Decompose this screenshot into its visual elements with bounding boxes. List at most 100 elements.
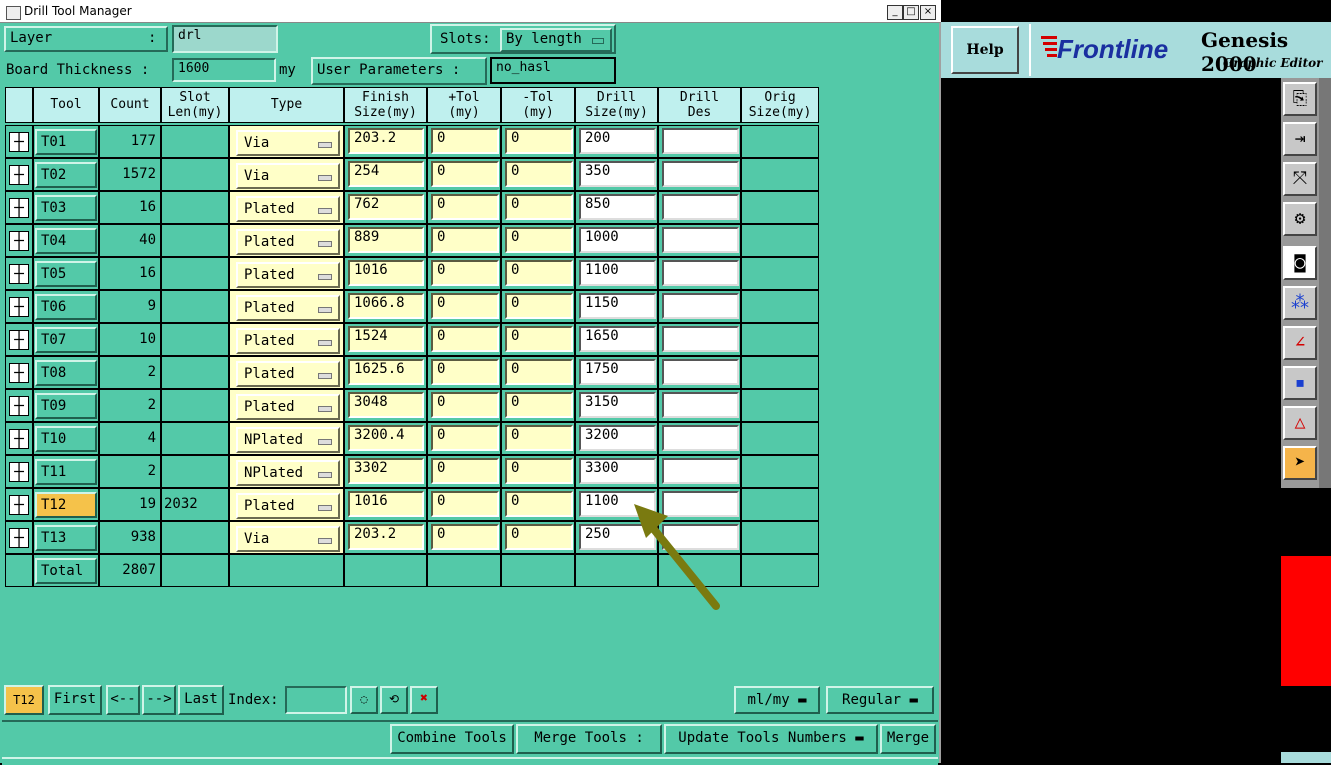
settings-icon[interactable]: ⚙: [1283, 202, 1317, 236]
minus-tol-field[interactable]: 0: [505, 293, 573, 319]
type-dropdown[interactable]: NPlated: [236, 460, 340, 486]
drill-des-field[interactable]: [662, 161, 739, 187]
minus-tol-field[interactable]: 0: [505, 524, 573, 550]
type-dropdown[interactable]: Plated: [236, 493, 340, 519]
finish-size-field[interactable]: 762: [348, 194, 424, 220]
bulb-icon[interactable]: ◌: [350, 686, 378, 714]
drill-des-field[interactable]: [662, 359, 739, 385]
drill-size-field[interactable]: 1000: [579, 227, 656, 253]
first-button[interactable]: First: [48, 685, 102, 715]
drill-des-field[interactable]: [662, 227, 739, 253]
drill-size-field[interactable]: 850: [579, 194, 656, 220]
finish-size-field[interactable]: 203.2: [348, 128, 424, 154]
combine-tools-button[interactable]: Combine Tools: [390, 724, 514, 754]
plus-tol-field[interactable]: 0: [431, 359, 499, 385]
clipboard-icon[interactable]: ⎘: [1283, 82, 1317, 116]
layer-field[interactable]: drl: [172, 25, 278, 53]
drill-des-field[interactable]: [662, 392, 739, 418]
finish-size-field[interactable]: 3302: [348, 458, 424, 484]
expand-icon[interactable]: ┼: [9, 231, 29, 251]
minus-tol-field[interactable]: 0: [505, 458, 573, 484]
help-button[interactable]: Help: [951, 26, 1019, 74]
type-dropdown[interactable]: Plated: [236, 361, 340, 387]
drill-size-field[interactable]: 1650: [579, 326, 656, 352]
triangle-icon[interactable]: △: [1283, 406, 1317, 440]
tool-button[interactable]: T06: [35, 294, 97, 320]
drill-size-field[interactable]: 3150: [579, 392, 656, 418]
expand-icon[interactable]: ┼: [9, 165, 29, 185]
minus-tol-field[interactable]: 0: [505, 425, 573, 451]
type-dropdown[interactable]: Plated: [236, 394, 340, 420]
import-icon[interactable]: ⇥: [1283, 122, 1317, 156]
merge-button[interactable]: Merge: [880, 724, 936, 754]
tool-button[interactable]: T12: [35, 492, 97, 518]
drill-des-field[interactable]: [662, 293, 739, 319]
refresh-icon[interactable]: ⟲: [380, 686, 408, 714]
units-dropdown[interactable]: ml/my ▬: [734, 686, 820, 714]
type-dropdown[interactable]: Plated: [236, 229, 340, 255]
update-tools-numbers-dropdown[interactable]: Update Tools Numbers ▬: [664, 724, 878, 754]
plus-tol-field[interactable]: 0: [431, 260, 499, 286]
drill-size-field[interactable]: 1750: [579, 359, 656, 385]
type-dropdown[interactable]: Via: [236, 163, 340, 189]
minus-tol-field[interactable]: 0: [505, 161, 573, 187]
delete-icon[interactable]: ✖: [410, 686, 438, 714]
type-dropdown[interactable]: NPlated: [236, 427, 340, 453]
index-field[interactable]: [285, 686, 347, 714]
type-dropdown[interactable]: Via: [236, 130, 340, 156]
plus-tol-field[interactable]: 0: [431, 326, 499, 352]
nodes-icon[interactable]: ⁂: [1283, 286, 1317, 320]
next-button[interactable]: -->: [142, 685, 176, 715]
finish-size-field[interactable]: 254: [348, 161, 424, 187]
points-icon[interactable]: ▪: [1283, 366, 1317, 400]
drill-size-field[interactable]: 3200: [579, 425, 656, 451]
resize-icon[interactable]: ⤧: [1283, 162, 1317, 196]
expand-icon[interactable]: ┼: [9, 462, 29, 482]
tool-button[interactable]: T01: [35, 129, 97, 155]
finish-size-field[interactable]: 1066.8: [348, 293, 424, 319]
expand-icon[interactable]: ┼: [9, 198, 29, 218]
tool-button[interactable]: T02: [35, 162, 97, 188]
mode-dropdown[interactable]: Regular ▬: [826, 686, 934, 714]
layer-button[interactable]: Layer :: [4, 26, 168, 52]
finish-size-field[interactable]: 1524: [348, 326, 424, 352]
finish-size-field[interactable]: 1016: [348, 260, 424, 286]
expand-icon[interactable]: ┼: [9, 132, 29, 152]
minus-tol-field[interactable]: 0: [505, 392, 573, 418]
drill-des-field[interactable]: [662, 458, 739, 484]
plus-tol-field[interactable]: 0: [431, 194, 499, 220]
tool-button[interactable]: T08: [35, 360, 97, 386]
angle-icon[interactable]: ∠: [1283, 326, 1317, 360]
tool-button[interactable]: T10: [35, 426, 97, 452]
expand-icon[interactable]: ┼: [9, 495, 29, 515]
expand-icon[interactable]: ┼: [9, 330, 29, 350]
drill-size-field[interactable]: 1150: [579, 293, 656, 319]
finish-size-field[interactable]: 1625.6: [348, 359, 424, 385]
minus-tol-field[interactable]: 0: [505, 194, 573, 220]
board-thickness-field[interactable]: 1600: [172, 58, 276, 82]
finish-size-field[interactable]: 889: [348, 227, 424, 253]
plus-tol-field[interactable]: 0: [431, 392, 499, 418]
finish-size-field[interactable]: 1016: [348, 491, 424, 517]
expand-icon[interactable]: ┼: [9, 297, 29, 317]
drill-des-field[interactable]: [662, 128, 739, 154]
expand-icon[interactable]: ┼: [9, 264, 29, 284]
minus-tol-field[interactable]: 0: [505, 326, 573, 352]
tool-button[interactable]: T13: [35, 525, 97, 551]
pointer-icon[interactable]: ➤: [1283, 446, 1317, 480]
minimize-button[interactable]: _: [887, 5, 903, 20]
type-dropdown[interactable]: Plated: [236, 196, 340, 222]
finish-size-field[interactable]: 3048: [348, 392, 424, 418]
prev-button[interactable]: <--: [106, 685, 140, 715]
plus-tol-field[interactable]: 0: [431, 425, 499, 451]
plus-tol-field[interactable]: 0: [431, 227, 499, 253]
expand-icon[interactable]: ┼: [9, 396, 29, 416]
plus-tol-field[interactable]: 0: [431, 458, 499, 484]
close-button[interactable]: ×: [920, 5, 936, 20]
drill-size-field[interactable]: 1100: [579, 260, 656, 286]
minus-tol-field[interactable]: 0: [505, 491, 573, 517]
tool-button[interactable]: T07: [35, 327, 97, 353]
finish-size-field[interactable]: 3200.4: [348, 425, 424, 451]
slots-dropdown[interactable]: By length: [500, 28, 612, 52]
plus-tol-field[interactable]: 0: [431, 524, 499, 550]
